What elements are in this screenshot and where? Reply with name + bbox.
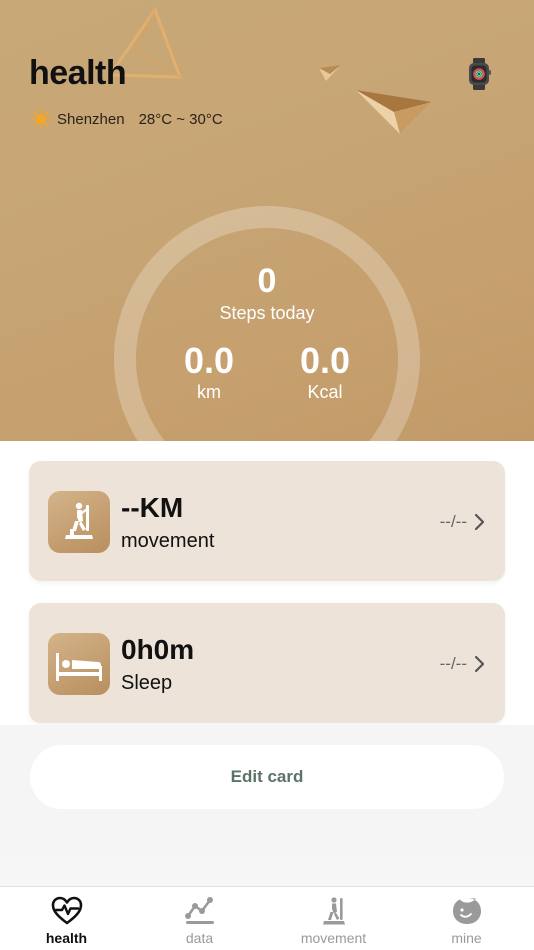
distance-unit: km <box>197 382 221 402</box>
sun-icon <box>31 109 51 129</box>
steps-value: 0 <box>257 262 277 300</box>
tab-movement[interactable]: movement <box>267 887 400 950</box>
tab-mine-label: mine <box>451 930 482 946</box>
chevron-right-icon <box>474 513 485 531</box>
movement-card[interactable]: --KM movement --/-- <box>29 461 505 581</box>
sleep-card-title: 0h0m <box>121 634 195 665</box>
tab-health[interactable]: health <box>0 887 133 950</box>
edit-section: Edit card <box>0 725 534 855</box>
smartwatch-icon[interactable] <box>466 58 492 90</box>
cards-section: --KM movement --/-- 0h0m Sleep --/-- <box>0 441 534 725</box>
chevron-right-icon <box>474 655 485 673</box>
sleep-card-subtitle: Sleep <box>121 672 173 694</box>
calories-value: 0.0 <box>299 340 351 381</box>
paper-plane-decoration <box>356 90 432 134</box>
distance-value: 0.0 <box>183 340 235 381</box>
header-banner: health Shenzhen 28°C ~ 30°C 0 Steps toda… <box>0 0 534 441</box>
sleep-card[interactable]: 0h0m Sleep --/-- <box>29 603 505 723</box>
face-icon <box>453 898 481 924</box>
tab-data-label: data <box>185 930 214 946</box>
calories-metric: 0.0 Kcal <box>265 341 385 403</box>
paper-plane-decoration <box>319 65 341 81</box>
chart-line-icon <box>185 897 214 924</box>
steps-label: Steps today <box>219 303 315 323</box>
elliptical-trainer-icon <box>323 897 345 925</box>
tab-movement-label: movement <box>300 930 367 946</box>
bed-icon <box>48 633 110 695</box>
heart-pulse-icon <box>51 896 83 925</box>
page-title: health <box>29 54 127 92</box>
calories-unit: Kcal <box>307 382 343 402</box>
edit-card-button[interactable]: Edit card <box>30 745 504 809</box>
weather-temperature: 28°C ~ 30°C <box>138 110 223 128</box>
tab-health-label: health <box>45 930 88 946</box>
distance-metric: 0.0 km <box>149 341 269 403</box>
weather-info: Shenzhen 28°C ~ 30°C <box>31 109 223 129</box>
sleep-card-date: --/-- <box>439 654 467 673</box>
tab-data[interactable]: data <box>133 887 266 950</box>
elliptical-trainer-icon <box>48 491 110 553</box>
weather-city: Shenzhen <box>57 110 125 128</box>
movement-card-date: --/-- <box>439 512 467 531</box>
movement-card-subtitle: movement <box>121 530 215 552</box>
tab-mine[interactable]: mine <box>400 887 533 950</box>
bottom-tab-bar: health data movement mine <box>0 886 534 950</box>
movement-card-title: --KM <box>121 492 184 523</box>
